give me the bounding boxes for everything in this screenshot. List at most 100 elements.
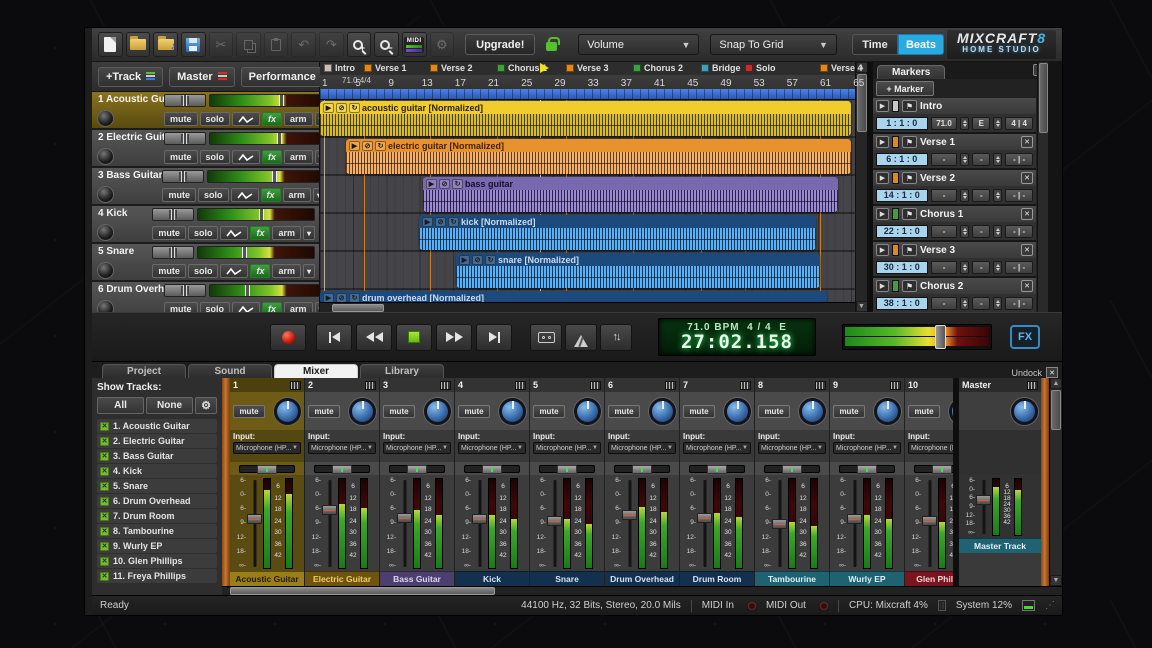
undock-button[interactable]: Undock xyxy=(1011,368,1042,378)
beats-mode-button[interactable]: Beats xyxy=(898,34,944,55)
marker-delete-button[interactable]: ✕ xyxy=(1021,244,1033,256)
volume-knob[interactable] xyxy=(499,398,526,425)
key-spinner[interactable] xyxy=(993,189,1002,202)
add-marker-button[interactable]: + Marker xyxy=(876,81,934,96)
solo-button[interactable]: solo xyxy=(188,226,219,240)
fx-button[interactable]: fx xyxy=(262,112,282,126)
track-checklist-item[interactable]: ✕3. Bass Guitar xyxy=(97,449,217,463)
ruler-marker[interactable]: Verse 4 xyxy=(820,63,863,73)
fader-handle[interactable] xyxy=(472,514,487,524)
channel-fader[interactable] xyxy=(696,478,713,569)
clip-play-icon[interactable]: ▶ xyxy=(426,179,437,189)
track-menu-button[interactable]: ▾ xyxy=(315,112,319,126)
channel-pan-slider[interactable] xyxy=(614,465,670,473)
fader-handle[interactable] xyxy=(247,514,262,524)
ruler-marker[interactable]: Bridge xyxy=(701,63,741,73)
eq-icon[interactable] xyxy=(1027,381,1038,390)
eq-icon[interactable] xyxy=(515,381,526,390)
marker-timesig-field[interactable]: - | - xyxy=(1005,297,1033,310)
marker-delete-button[interactable]: ✕ xyxy=(1021,280,1033,292)
marker-play-button[interactable]: ▶ xyxy=(876,172,889,184)
track-checklist-item[interactable]: ✕11. Freya Phillips xyxy=(97,569,217,583)
tab-library[interactable]: Library xyxy=(360,364,444,378)
channel-pan-slider[interactable] xyxy=(539,465,595,473)
solo-button[interactable]: solo xyxy=(200,150,231,164)
channel-pan-slider[interactable] xyxy=(764,465,820,473)
automation-button[interactable] xyxy=(231,188,259,202)
clip-mute-icon[interactable]: ⊘ xyxy=(336,293,347,303)
tab-mixer[interactable]: Mixer xyxy=(274,364,358,378)
input-select[interactable]: Microphone (HP...▼ xyxy=(833,442,901,454)
master-track-button[interactable]: Master xyxy=(169,67,234,87)
track-row[interactable]: 4 Kickmutesolofxarm▾ xyxy=(92,206,319,244)
copy-button[interactable] xyxy=(236,32,261,57)
marker-color-swatch[interactable] xyxy=(892,280,899,292)
volume-knob[interactable] xyxy=(574,398,601,425)
ruler-marker[interactable]: Verse 3 xyxy=(566,63,609,73)
track-checklist-item[interactable]: ✕1. Acoustic Guitar xyxy=(97,419,217,433)
master-volume-handle[interactable] xyxy=(935,325,946,349)
markers-scroll-thumb[interactable] xyxy=(1039,63,1048,133)
scroll-down-icon[interactable]: ▼ xyxy=(856,301,868,312)
input-select[interactable]: Microphone (HP...▼ xyxy=(458,442,526,454)
volume-knob[interactable] xyxy=(724,398,751,425)
resize-grip[interactable]: ⋰ xyxy=(1045,600,1054,611)
track-menu-button[interactable]: ▾ xyxy=(303,226,315,240)
playhead-flag-icon[interactable] xyxy=(540,63,554,73)
track-checklist-item[interactable]: ✕10. Glen Phillips xyxy=(97,554,217,568)
tab-project[interactable]: Project xyxy=(102,364,186,378)
record-button[interactable] xyxy=(270,324,306,351)
tempo-spinner[interactable] xyxy=(960,261,969,274)
marker-color-swatch[interactable] xyxy=(892,136,899,148)
arm-button[interactable]: arm xyxy=(284,302,313,312)
track-row[interactable]: 5 Snaremutesolofxarm▾ xyxy=(92,244,319,282)
mixer-scroll-thumb[interactable] xyxy=(1051,390,1061,430)
pan-slider[interactable] xyxy=(162,170,204,183)
volume-knob[interactable] xyxy=(799,398,826,425)
tempo-spinner[interactable] xyxy=(960,297,969,310)
marker-timesig-field[interactable]: - | - xyxy=(1005,153,1033,166)
channel-mute-button[interactable]: mute xyxy=(758,405,790,418)
ruler-marker[interactable]: Verse 2 xyxy=(430,63,473,73)
channel-fader[interactable] xyxy=(846,478,863,569)
checkbox-checked-icon[interactable]: ✕ xyxy=(100,437,109,446)
pan-handle[interactable] xyxy=(782,465,802,474)
eq-icon[interactable] xyxy=(365,381,376,390)
undo-button[interactable]: ↶ xyxy=(291,32,316,57)
track-filter-settings-button[interactable]: ⚙ xyxy=(195,397,217,414)
audio-clip[interactable]: ▶⊘↻bass guitar xyxy=(423,177,838,212)
arm-button[interactable]: arm xyxy=(272,226,301,240)
channel-fader[interactable] xyxy=(396,478,413,569)
key-spinner[interactable] xyxy=(993,297,1002,310)
marker-play-button[interactable]: ▶ xyxy=(876,244,889,256)
channel-strip[interactable]: 2muteInput:Microphone (HP...▼60691218∞61… xyxy=(305,378,379,586)
ruler-marker[interactable]: Verse 1 xyxy=(364,63,407,73)
channel-strip[interactable]: 9muteInput:Microphone (HP...▼60691218∞61… xyxy=(830,378,904,586)
automation-button[interactable] xyxy=(220,226,248,240)
flag-icon[interactable]: ⚑ xyxy=(902,172,917,184)
time-display[interactable]: 71.0 BPM 4 / 4 E 27:02.158 xyxy=(658,318,816,356)
track-checklist-item[interactable]: ✕4. Kick xyxy=(97,464,217,478)
volume-knob[interactable] xyxy=(949,398,953,425)
marker-delete-button[interactable]: ✕ xyxy=(1021,172,1033,184)
key-spinner[interactable] xyxy=(993,153,1002,166)
automation-button[interactable] xyxy=(232,302,260,312)
volume-handle[interactable] xyxy=(277,133,282,144)
volume-knob[interactable] xyxy=(874,398,901,425)
clip-play-icon[interactable]: ▶ xyxy=(422,217,433,227)
marker-position-field[interactable]: 6 : 1 : 0 xyxy=(876,153,928,166)
marker-tempo-field[interactable]: - xyxy=(931,297,958,310)
arm-button[interactable]: arm xyxy=(284,150,313,164)
channel-strip[interactable]: 5muteInput:Microphone (HP...▼60691218∞61… xyxy=(530,378,604,586)
markers-tab[interactable]: Markers xyxy=(877,65,945,79)
stop-button[interactable] xyxy=(396,324,432,351)
volume-handle[interactable] xyxy=(259,209,264,220)
fx-button[interactable]: fx xyxy=(250,264,270,278)
channel-mute-button[interactable]: mute xyxy=(308,405,340,418)
fader-handle[interactable] xyxy=(397,513,412,523)
pan-handle[interactable] xyxy=(932,465,952,474)
input-select[interactable]: Microphone (HP...▼ xyxy=(683,442,751,454)
marker-tempo-field[interactable]: - xyxy=(931,225,958,238)
pan-slider[interactable] xyxy=(152,246,194,259)
marker-key-field[interactable]: E xyxy=(972,117,990,130)
